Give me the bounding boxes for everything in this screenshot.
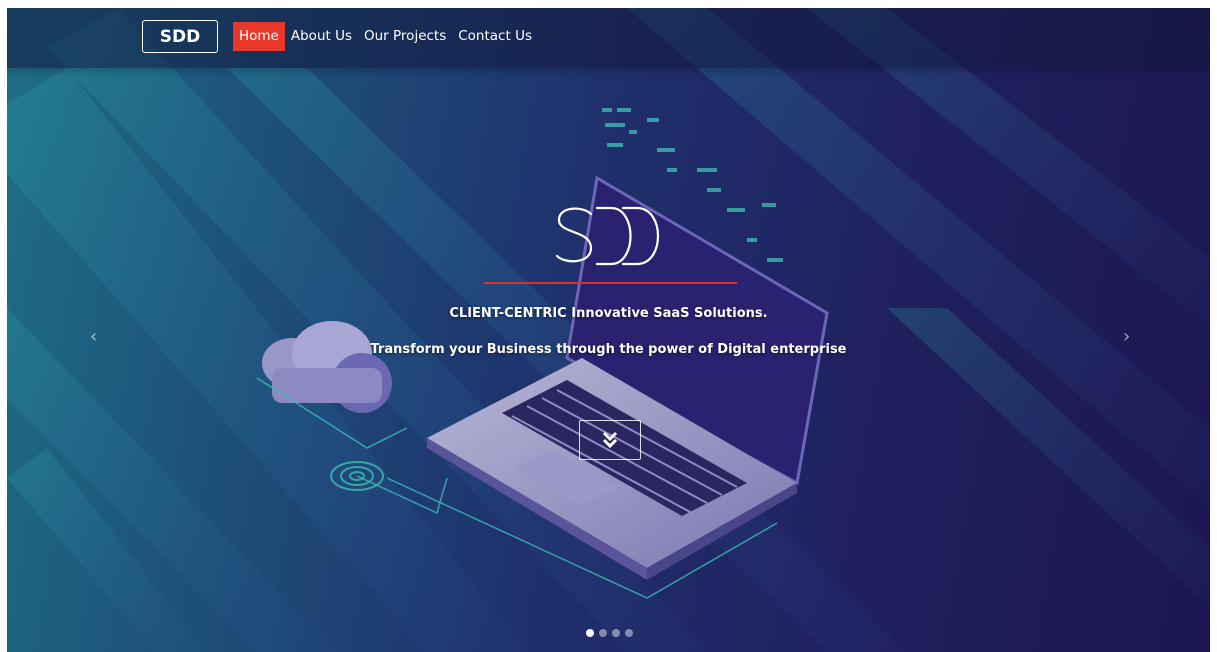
hero-sdd-logo [555,206,659,266]
carousel-dot-4[interactable] [625,629,633,637]
nav-link-contact-us[interactable]: Contact Us [452,22,538,51]
carousel-next-icon[interactable]: › [1123,326,1130,347]
hero-subtitle: Transform your Business through the powe… [370,342,847,357]
carousel-indicators [586,629,633,637]
nav-link-our-projects[interactable]: Our Projects [358,22,452,51]
hero-carousel: SDD Home About Us Our Projects Contact U… [7,8,1210,652]
hero-tagline: CLIENT-CENTRIC Innovative SaaS Solutions… [449,306,768,321]
carousel-dot-2[interactable] [599,629,607,637]
nav-menu: Home About Us Our Projects Contact Us [233,22,538,51]
double-chevron-down-icon [602,431,618,449]
nav-link-home[interactable]: Home [233,22,285,51]
carousel-dot-3[interactable] [612,629,620,637]
hero-divider [484,282,737,284]
carousel-dot-1[interactable] [586,629,594,637]
brand-logo-button[interactable]: SDD [142,20,218,53]
top-navbar: SDD Home About Us Our Projects Contact U… [7,8,1210,68]
scroll-down-button[interactable] [579,420,641,460]
hero-background-illustration [7,8,1210,652]
carousel-prev-icon[interactable]: ‹ [90,326,97,347]
nav-link-about-us[interactable]: About Us [285,22,358,51]
